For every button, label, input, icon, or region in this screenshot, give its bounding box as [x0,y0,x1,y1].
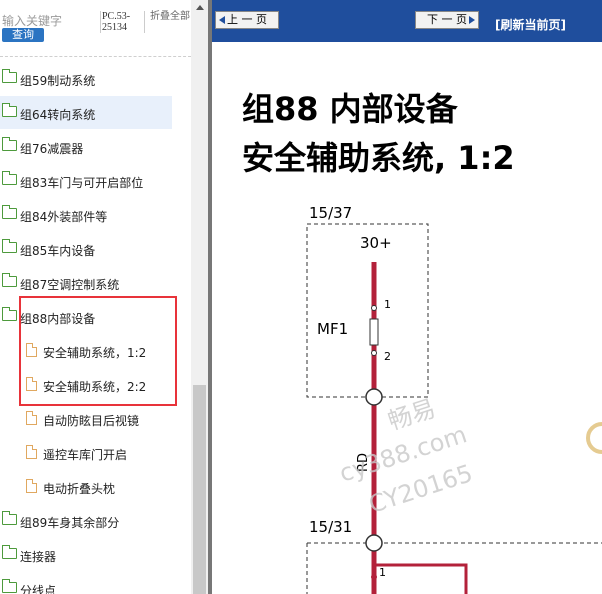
keyword-input[interactable]: 输入关键字 [2,12,62,29]
ref-label-bottom: 15/31 [309,518,353,536]
tree-item[interactable]: 自动防眩目后视镜 [0,402,191,435]
search-bar: 输入关键字 查询 PC.53-25134 折叠全部 [0,0,191,57]
folder-icon [2,511,17,525]
fuse-label: MF1 [317,320,349,338]
tree-item[interactable]: 组76减震器 [0,130,191,163]
scrollbar-thumb[interactable] [193,385,206,594]
tree-item[interactable]: 遥控车库门开启 [0,436,191,469]
annotation-highlight-box [19,296,177,406]
document-pane: 上 一 页 下 一 页 [刷新当前页] 组88 内部设备 安全辅助系统, 1:2… [212,0,602,594]
document-icon [26,479,37,493]
watermark-logo-icon [586,422,602,454]
tree-item[interactable]: 组59制动系统 [0,62,191,95]
junction-bottom [365,534,383,552]
tree-item[interactable]: 分线点 [0,572,191,594]
pin-label: 2 [384,350,391,363]
scroll-up-arrow-icon[interactable] [196,5,204,10]
tree-item[interactable]: 组83车门与可开启部位 [0,164,191,197]
folder-icon [2,205,17,219]
ref-label-top: 15/37 [309,204,353,222]
folder-icon [2,273,17,287]
tree-item[interactable]: 电动折叠头枕 [0,470,191,503]
wire-branch [374,563,468,594]
pin-label: 1 [379,566,386,579]
tree-scrollbar[interactable] [191,0,208,594]
tree-item[interactable]: 组87空调控制系统 [0,266,191,299]
tree-pane: 输入关键字 查询 PC.53-25134 折叠全部 组59制动系统 组64转向系… [0,0,191,594]
folder-icon [2,69,17,83]
folder-open-icon [2,307,17,321]
fuse-symbol [369,318,379,346]
tree-item[interactable]: 组64转向系统 [0,96,172,129]
folder-icon [2,137,17,151]
folder-icon [2,579,17,593]
pc-code: PC.53-25134 [100,11,145,33]
junction-top [365,388,383,406]
power-label: 30+ [360,234,392,252]
pin-label: 1 [384,298,391,311]
folder-icon [2,171,17,185]
fold-all-button[interactable]: 折叠全部 [150,11,190,22]
tree-item[interactable]: 组84外装部件等 [0,198,191,231]
folder-icon [2,239,17,253]
tree-item[interactable]: 组89车身其余部分 [0,504,191,537]
document-icon [26,445,37,459]
folder-icon [2,545,17,559]
tree-item[interactable]: 连接器 [0,538,191,571]
tree-item[interactable]: 组85车内设备 [0,232,191,265]
folder-icon [2,103,17,117]
query-button[interactable]: 查询 [2,28,44,42]
document-icon [26,411,37,425]
